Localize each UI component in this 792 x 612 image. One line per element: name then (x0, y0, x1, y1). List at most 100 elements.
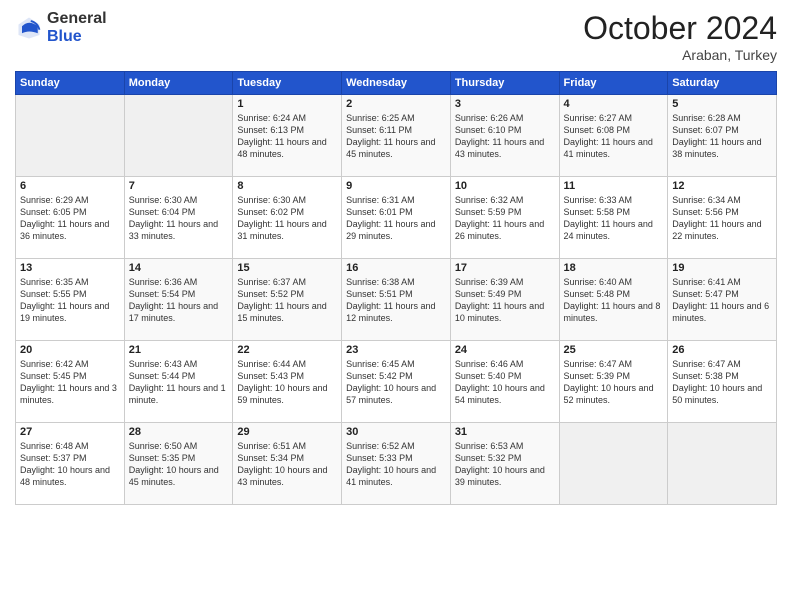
calendar-cell: 3Sunrise: 6:26 AMSunset: 6:10 PMDaylight… (450, 95, 559, 177)
calendar-cell: 27Sunrise: 6:48 AMSunset: 5:37 PMDayligh… (16, 423, 125, 505)
cell-line: Sunset: 5:48 PM (564, 289, 631, 299)
weekday-wednesday: Wednesday (342, 72, 451, 95)
calendar-cell: 28Sunrise: 6:50 AMSunset: 5:35 PMDayligh… (124, 423, 233, 505)
calendar-cell: 20Sunrise: 6:42 AMSunset: 5:45 PMDayligh… (16, 341, 125, 423)
header: General Blue October 2024 Araban, Turkey (15, 10, 777, 63)
cell-line: Daylight: 10 hours and 57 minutes. (346, 383, 436, 405)
cell-line: Sunrise: 6:30 AM (129, 195, 198, 205)
cell-line: Sunrise: 6:24 AM (237, 113, 306, 123)
cell-content: Sunrise: 6:24 AMSunset: 6:13 PMDaylight:… (237, 112, 337, 161)
cell-line: Daylight: 11 hours and 41 minutes. (564, 137, 653, 159)
cell-line: Sunset: 5:58 PM (564, 207, 631, 217)
cell-content: Sunrise: 6:40 AMSunset: 5:48 PMDaylight:… (564, 276, 664, 325)
cell-content: Sunrise: 6:34 AMSunset: 5:56 PMDaylight:… (672, 194, 772, 243)
cell-line: Daylight: 11 hours and 3 minutes. (20, 383, 117, 405)
cell-line: Sunset: 5:42 PM (346, 371, 413, 381)
cell-line: Daylight: 11 hours and 12 minutes. (346, 301, 435, 323)
cell-line: Daylight: 10 hours and 54 minutes. (455, 383, 545, 405)
cell-content: Sunrise: 6:41 AMSunset: 5:47 PMDaylight:… (672, 276, 772, 325)
calendar-week-row: 13Sunrise: 6:35 AMSunset: 5:55 PMDayligh… (16, 259, 777, 341)
cell-content: Sunrise: 6:50 AMSunset: 5:35 PMDaylight:… (129, 440, 229, 489)
day-number: 13 (20, 262, 120, 274)
day-number: 29 (237, 426, 337, 438)
cell-line: Sunset: 5:43 PM (237, 371, 304, 381)
cell-line: Sunrise: 6:26 AM (455, 113, 524, 123)
cell-line: Sunrise: 6:50 AM (129, 441, 198, 451)
logo-text: General Blue (47, 10, 107, 45)
calendar-cell: 8Sunrise: 6:30 AMSunset: 6:02 PMDaylight… (233, 177, 342, 259)
cell-content: Sunrise: 6:53 AMSunset: 5:32 PMDaylight:… (455, 440, 555, 489)
cell-line: Daylight: 10 hours and 52 minutes. (564, 383, 654, 405)
calendar-cell (559, 423, 668, 505)
cell-line: Sunset: 5:32 PM (455, 453, 522, 463)
weekday-thursday: Thursday (450, 72, 559, 95)
cell-line: Sunrise: 6:34 AM (672, 195, 741, 205)
cell-line: Sunset: 5:45 PM (20, 371, 87, 381)
cell-line: Sunrise: 6:51 AM (237, 441, 306, 451)
cell-line: Sunset: 6:13 PM (237, 125, 304, 135)
cell-content: Sunrise: 6:52 AMSunset: 5:33 PMDaylight:… (346, 440, 446, 489)
calendar-week-row: 1 Sunrise: 6:24 AM Sunset: 6:13 PM Daylight… (16, 95, 777, 177)
cell-line: Sunset: 5:52 PM (237, 289, 304, 299)
cell-line: Sunset: 5:49 PM (455, 289, 522, 299)
cell-line: Daylight: 11 hours and 1 minute. (129, 383, 226, 405)
calendar-cell: 18Sunrise: 6:40 AMSunset: 5:48 PMDayligh… (559, 259, 668, 341)
title-block: October 2024 Araban, Turkey (583, 10, 777, 63)
day-number: 31 (455, 426, 555, 438)
cell-line: Sunset: 5:56 PM (672, 207, 739, 217)
cell-line: Sunset: 5:34 PM (237, 453, 304, 463)
day-number: 6 (20, 180, 120, 192)
cell-line: Daylight: 11 hours and 29 minutes. (346, 219, 435, 241)
cell-line: Daylight: 11 hours and 31 minutes. (237, 219, 326, 241)
calendar-cell: 12Sunrise: 6:34 AMSunset: 5:56 PMDayligh… (668, 177, 777, 259)
calendar-cell: 4Sunrise: 6:27 AMSunset: 6:08 PMDaylight… (559, 95, 668, 177)
cell-line: Daylight: 10 hours and 39 minutes. (455, 465, 545, 487)
calendar: SundayMondayTuesdayWednesdayThursdayFrid… (15, 71, 777, 505)
cell-line: Sunset: 5:40 PM (455, 371, 522, 381)
calendar-header: SundayMondayTuesdayWednesdayThursdayFrid… (16, 72, 777, 95)
cell-content: Sunrise: 6:44 AMSunset: 5:43 PMDaylight:… (237, 358, 337, 407)
day-number: 14 (129, 262, 229, 274)
cell-line: Sunset: 6:01 PM (346, 207, 413, 217)
cell-content: Sunrise: 6:38 AMSunset: 5:51 PMDaylight:… (346, 276, 446, 325)
calendar-cell: 6Sunrise: 6:29 AMSunset: 6:05 PMDaylight… (16, 177, 125, 259)
cell-line: Sunset: 6:05 PM (20, 207, 87, 217)
cell-line: Sunrise: 6:46 AM (455, 359, 524, 369)
cell-content: Sunrise: 6:27 AMSunset: 6:08 PMDaylight:… (564, 112, 664, 161)
day-number: 1 (237, 98, 337, 110)
calendar-cell: 5Sunrise: 6:28 AMSunset: 6:07 PMDaylight… (668, 95, 777, 177)
cell-line: Daylight: 11 hours and 24 minutes. (564, 219, 653, 241)
cell-line: Daylight: 11 hours and 45 minutes. (346, 137, 435, 159)
cell-line: Sunrise: 6:31 AM (346, 195, 415, 205)
cell-line: Sunset: 5:33 PM (346, 453, 413, 463)
cell-line: Sunset: 5:51 PM (346, 289, 413, 299)
cell-content: Sunrise: 6:25 AMSunset: 6:11 PMDaylight:… (346, 112, 446, 161)
cell-line: Daylight: 10 hours and 50 minutes. (672, 383, 762, 405)
day-number: 12 (672, 180, 772, 192)
day-number: 10 (455, 180, 555, 192)
cell-content: Sunrise: 6:47 AMSunset: 5:39 PMDaylight:… (564, 358, 664, 407)
cell-content: Sunrise: 6:39 AMSunset: 5:49 PMDaylight:… (455, 276, 555, 325)
logo-blue: Blue (47, 28, 107, 46)
cell-line: Daylight: 11 hours and 26 minutes. (455, 219, 544, 241)
cell-content: Sunrise: 6:32 AM Sunset: 5:59 PM Daylight:… (455, 194, 555, 243)
cell-line: Sunset: 5:59 PM (455, 207, 522, 217)
cell-content: Sunrise: 6:45 AMSunset: 5:42 PMDaylight:… (346, 358, 446, 407)
cell-line: Sunset: 5:44 PM (129, 371, 196, 381)
calendar-week-row: 6Sunrise: 6:29 AMSunset: 6:05 PMDaylight… (16, 177, 777, 259)
cell-line: Sunrise: 6:44 AM (237, 359, 306, 369)
calendar-cell: 31 Sunrise: 6:53 AMSunset: 5:32 PMDayligh… (450, 423, 559, 505)
cell-line: Sunrise: 6:32 AM (455, 195, 524, 205)
cell-line: Sunrise: 6:28 AM (672, 113, 741, 123)
cell-line: Sunset: 5:39 PM (564, 371, 631, 381)
cell-line: Sunrise: 6:43 AM (129, 359, 198, 369)
logo: General Blue (15, 10, 107, 45)
cell-line: Sunset: 5:35 PM (129, 453, 196, 463)
cell-line: Sunset: 6:04 PM (129, 207, 196, 217)
day-number: 20 (20, 344, 120, 356)
logo-general: General (47, 10, 107, 28)
day-number: 23 (346, 344, 446, 356)
calendar-cell: 19Sunrise: 6:41 AMSunset: 5:47 PMDayligh… (668, 259, 777, 341)
calendar-body: 1 Sunrise: 6:24 AM Sunset: 6:13 PM Daylight… (16, 95, 777, 505)
cell-content: Sunrise: 6:28 AMSunset: 6:07 PMDaylight:… (672, 112, 772, 161)
